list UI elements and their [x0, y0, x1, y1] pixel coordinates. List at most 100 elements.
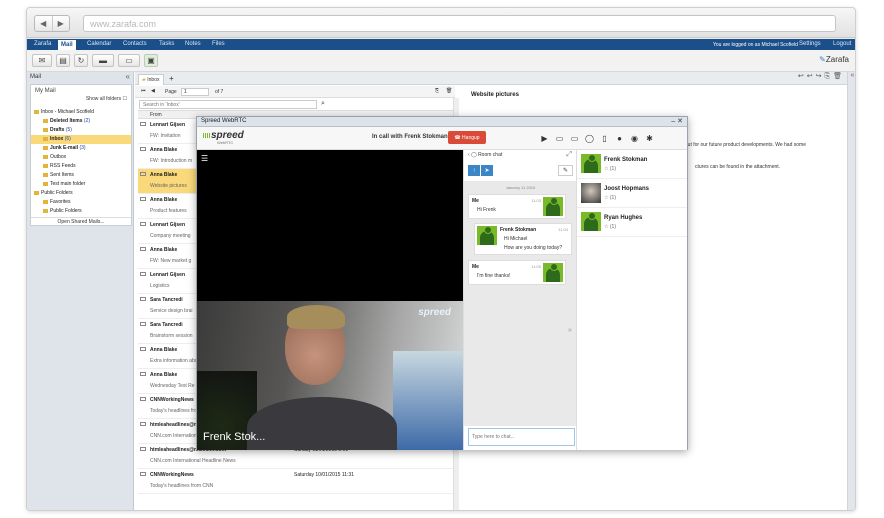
video-area: ☰ spreed Frenk Stok... [197, 150, 463, 450]
folder-item[interactable]: Inbox (6) [31, 135, 131, 144]
bookmark-icon[interactable]: ▯ [597, 132, 612, 144]
spreed-bars-icon [203, 133, 210, 138]
copy-icon[interactable]: ⎘ [825, 73, 834, 80]
refresh-button[interactable]: ↻ [74, 54, 88, 67]
nav-zarafa[interactable]: Zarafa [34, 41, 51, 47]
folder-item[interactable]: Sent Items [31, 171, 131, 180]
delete-icon[interactable]: 🗑 [833, 73, 845, 80]
contact-name: Frenk Stokman [604, 157, 648, 163]
page-of-label: of 7 [215, 89, 224, 95]
forward-button[interactable]: ▶ [51, 16, 70, 31]
avatar-icon [477, 226, 497, 245]
folder-item[interactable]: Deleted Items (2) [31, 117, 131, 126]
message-text: Hi Frenk [477, 207, 496, 213]
hangup-button[interactable]: ☎ Hangup [448, 131, 486, 144]
mail-subject: Today's headlines fro [150, 408, 197, 414]
settings-link[interactable]: Settings [799, 41, 821, 47]
folder-item[interactable]: Inbox - Michael Scofield [31, 108, 131, 117]
contact-item[interactable]: Frenk Stokman ☆ (1) [577, 150, 687, 179]
screen-icon[interactable]: ▭ [567, 132, 582, 144]
nav-contacts[interactable]: Contacts [123, 41, 147, 47]
right-collapse-strip[interactable]: « [847, 72, 855, 510]
youtube-icon[interactable]: ▶ [537, 132, 552, 144]
gear-icon[interactable]: ✱ [642, 132, 657, 144]
send-location-button[interactable]: ➤ [481, 165, 493, 176]
mail-subject: Today's headlines from CNN [150, 483, 214, 489]
address-book-button[interactable]: ▤ [56, 54, 70, 67]
mail-from: Anna Blake [150, 372, 178, 378]
nav-tasks[interactable]: Tasks [159, 41, 174, 47]
picture-icon: ▣ [147, 56, 155, 65]
reply-all-icon[interactable]: ↩ [807, 73, 816, 80]
page-input[interactable]: 1 [181, 88, 209, 96]
print-button[interactable]: ▬ [92, 54, 114, 67]
folder-item[interactable]: Drafts (5) [31, 126, 131, 135]
collapse-left-icon[interactable]: « [126, 72, 130, 81]
url-bar[interactable]: www.zarafa.com [83, 15, 836, 32]
envelope-icon [140, 322, 146, 326]
contact-item[interactable]: Ryan Hughes ☆ (1) [577, 208, 687, 237]
folder-item[interactable]: Junk E-mail (3) [31, 144, 131, 153]
show-all-folders[interactable]: Show all folders ☐ [31, 96, 131, 102]
open-shared-mails-button[interactable]: Open Shared Mails... [31, 217, 131, 225]
chat-back-icon[interactable]: ‹ [468, 152, 470, 158]
menu-icon[interactable]: ☰ [201, 154, 208, 163]
nav-files[interactable]: Files [212, 41, 225, 47]
envelope-icon [140, 147, 146, 151]
collapse-chat-icon[interactable]: » [568, 327, 572, 334]
preview-actions: ↩↩↪⎘🗑 [798, 72, 845, 81]
add-tab-button[interactable]: + [169, 74, 174, 83]
from-column-header[interactable]: From [150, 112, 162, 118]
prev-page-icon[interactable]: ◀ [151, 88, 155, 94]
envelope-icon [140, 372, 146, 376]
folder-item[interactable]: Favorites [31, 198, 131, 207]
forward-icon[interactable]: ↪ [816, 73, 825, 80]
view-icon: ▭ [125, 56, 133, 65]
hangup-label: Hangup [462, 134, 480, 141]
folder-item[interactable]: Public Folders [31, 207, 131, 216]
contact-status: ☆ (1) [604, 224, 616, 230]
delete-icon[interactable]: 🗑 [446, 88, 452, 94]
nav-calendar[interactable]: Calendar [87, 41, 111, 47]
folder-item[interactable]: Public Folders [31, 189, 131, 198]
folder-item[interactable]: RSS Feeds [31, 162, 131, 171]
mail-subject: FW: Invitation [150, 133, 181, 139]
eye-icon[interactable]: ◉ [627, 132, 642, 144]
folder-icon[interactable]: ▭ [552, 132, 567, 144]
collapse-right-icon[interactable]: « [851, 72, 855, 79]
video-person-shirt [247, 397, 397, 450]
clear-chat-button[interactable]: ✎ [558, 165, 573, 176]
envelope-icon [140, 272, 146, 276]
search-icon[interactable]: ⌕ [321, 100, 325, 108]
share-file-button[interactable]: ↑ [468, 165, 480, 176]
minimize-icon[interactable]: – [671, 118, 675, 125]
top-navigation: Zarafa Mail Calendar Contacts Tasks Note… [27, 39, 855, 50]
chat-icon[interactable]: ◯ [582, 132, 597, 144]
mail-from: Lennart Gijsen [150, 122, 186, 128]
close-icon[interactable]: ✕ [677, 118, 683, 125]
view-button[interactable]: ▭ [118, 54, 140, 67]
reply-icon[interactable]: ↩ [798, 73, 807, 80]
avatar-icon [543, 263, 563, 282]
folder-icon [43, 172, 48, 177]
back-button[interactable]: ◀ [35, 16, 52, 31]
first-page-icon[interactable]: ⏮ [141, 88, 146, 94]
webrtc-button[interactable]: ▣ [144, 54, 158, 67]
nav-mail[interactable]: Mail [58, 40, 76, 50]
tab-inbox[interactable]: ▰ Inbox [138, 74, 164, 85]
expand-icon[interactable]: ⤢ [566, 151, 572, 159]
contact-name: Ryan Hughes [604, 215, 643, 221]
copy-icon[interactable]: ⎘ [435, 88, 439, 94]
search-input[interactable] [139, 100, 317, 109]
mail-row[interactable]: CNNWorkingNews Today's headlines from CNN… [138, 469, 454, 494]
new-mail-button[interactable]: ✉ [32, 54, 52, 67]
spreed-logo: spreed WebRTC [203, 130, 244, 145]
folder-item[interactable]: Outbox [31, 153, 131, 162]
nav-notes[interactable]: Notes [185, 41, 201, 47]
chat-input[interactable] [468, 428, 575, 446]
contact-item[interactable]: Joost Hopmans ☆ (1) [577, 179, 687, 208]
folder-item[interactable]: Test main folder [31, 180, 131, 189]
preview-title: Website pictures [471, 92, 519, 98]
microphone-icon[interactable]: ● [612, 132, 627, 144]
logout-link[interactable]: Logout [833, 41, 851, 47]
